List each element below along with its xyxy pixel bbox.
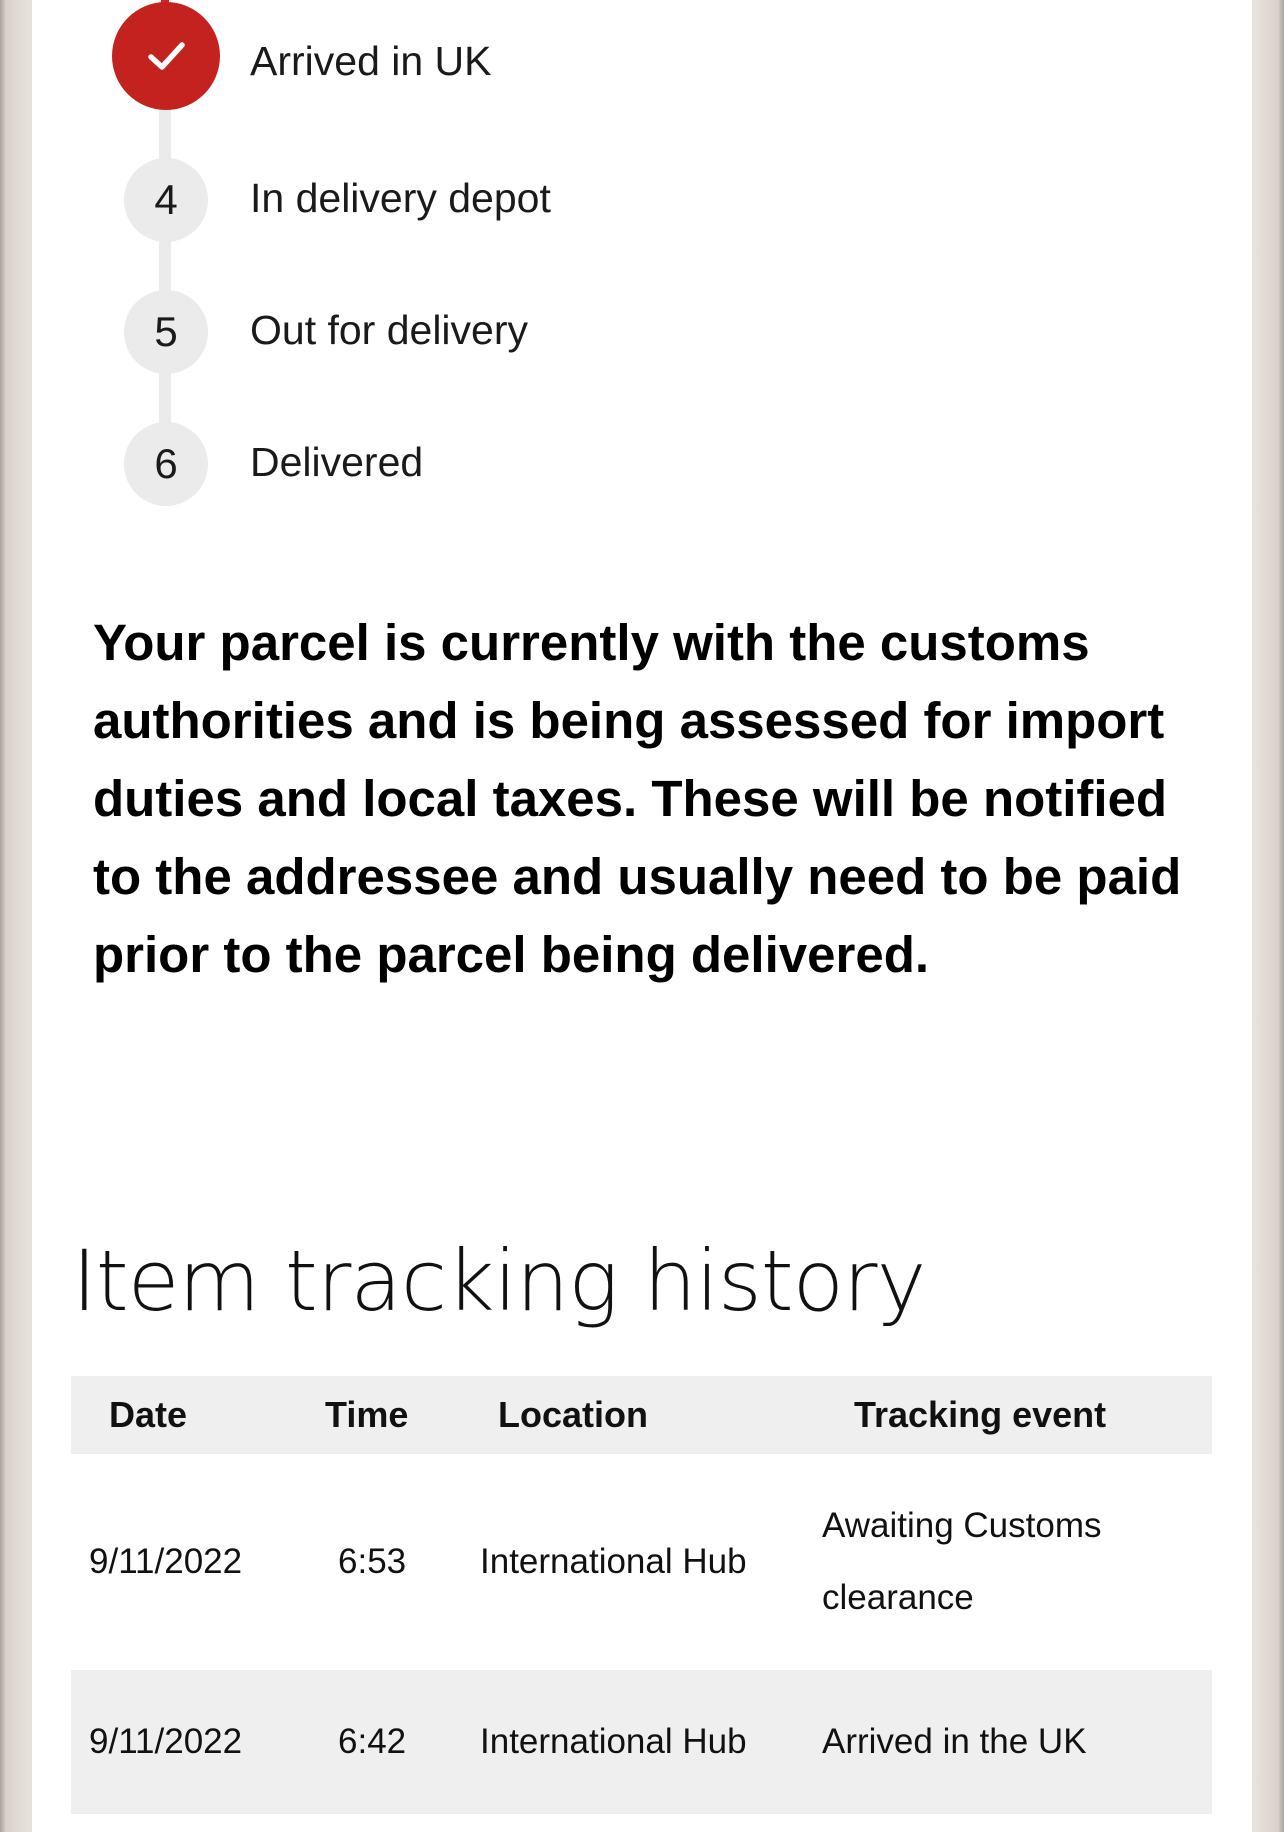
cell-location: International Hub bbox=[480, 1542, 747, 1581]
table-row: 9/11/2022 6:53 International Hub Awaitin… bbox=[71, 1454, 1212, 1670]
step-number-marker: 4 bbox=[124, 158, 208, 242]
table-header-row: Date Time Location Tracking event bbox=[71, 1376, 1212, 1454]
step-label: Delivered bbox=[250, 439, 424, 485]
cell-time: 6:42 bbox=[338, 1722, 407, 1761]
tracker-step-in-delivery-depot: 4 In delivery depot bbox=[32, 158, 1252, 268]
tracker-step-delivered: 6 Delivered bbox=[32, 422, 1252, 532]
tracking-history-table: Date Time Location Tracking event 9/11/2… bbox=[71, 1376, 1212, 1814]
tracking-history-heading: Item tracking history bbox=[72, 1232, 926, 1330]
tracker-step-out-for-delivery: 5 Out for delivery bbox=[32, 290, 1252, 400]
table-row: 9/11/2022 6:42 International Hub Arrived… bbox=[71, 1670, 1212, 1814]
step-number-marker: 5 bbox=[124, 290, 208, 374]
customs-status-message: Your parcel is currently with the custom… bbox=[93, 614, 1182, 983]
step-number-marker: 6 bbox=[124, 422, 208, 506]
step-label: Arrived in UK bbox=[250, 38, 492, 84]
cell-date: 9/11/2022 bbox=[89, 1542, 243, 1581]
checkmark-icon bbox=[148, 42, 185, 70]
column-header-date: Date bbox=[109, 1394, 188, 1435]
cell-tracking-event: Arrived in the UK bbox=[822, 1722, 1087, 1761]
column-header-location: Location bbox=[498, 1394, 648, 1435]
cell-tracking-event: Awaiting Customs clearance bbox=[822, 1506, 1102, 1617]
cell-location: International Hub bbox=[480, 1722, 747, 1761]
tracker-step-arrived-in-uk: Arrived in UK bbox=[32, 2, 1252, 118]
step-label: Out for delivery bbox=[250, 307, 528, 353]
step-label: In delivery depot bbox=[250, 175, 551, 221]
column-header-time: Time bbox=[325, 1394, 409, 1435]
progress-tracker: Arrived in UK 4 In delivery depot 5 Out … bbox=[32, 0, 1252, 520]
cell-time: 6:53 bbox=[338, 1542, 407, 1581]
step-complete-marker bbox=[112, 2, 220, 110]
tracking-card: Arrived in UK 4 In delivery depot 5 Out … bbox=[32, 0, 1252, 1832]
column-header-tracking-event: Tracking event bbox=[854, 1394, 1107, 1435]
cell-date: 9/11/2022 bbox=[89, 1722, 243, 1761]
